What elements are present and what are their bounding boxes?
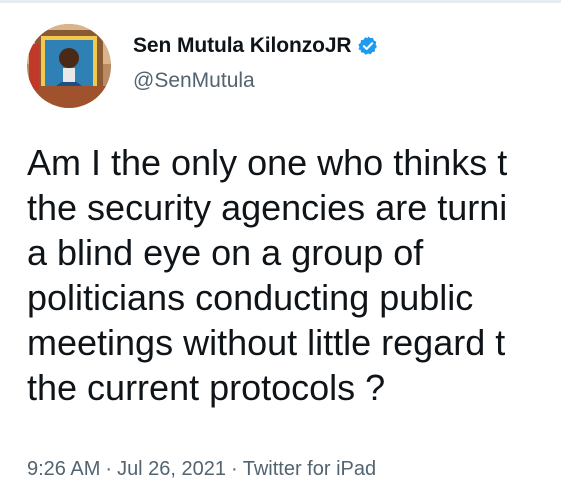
display-name[interactable]: Sen Mutula KilonzoJR [133,34,352,58]
meta-separator: · [105,458,113,480]
tweet-meta: 9:26 AM · Jul 26, 2021 · Twitter for iPad [27,458,376,481]
author-row: Sen Mutula KilonzoJR [133,34,379,58]
avatar-image [27,24,111,108]
verified-badge-icon [357,35,379,57]
tweet-line: Am I the only one who thinks t [27,142,508,183]
tweet-time[interactable]: 9:26 AM [27,458,100,480]
handle[interactable]: @SenMutula [133,69,255,93]
avatar[interactable] [27,24,111,108]
tweet-source[interactable]: Twitter for iPad [243,458,376,480]
tweet-body: Am I the only one who thinks t the secur… [27,140,561,410]
tweet-card: Sen Mutula KilonzoJR @SenMutula Am I the… [0,0,561,498]
meta-separator: · [231,458,238,480]
top-divider [0,0,561,3]
tweet-date[interactable]: Jul 26, 2021 [117,458,226,480]
tweet-line: the security agencies are turni [27,187,508,228]
tweet-line: the current protocols ? [27,367,386,408]
tweet-line: meetings without little regard t [27,322,506,363]
tweet-line: a blind eye on a group of [27,232,424,273]
tweet-line: politicians conducting public [27,277,474,318]
